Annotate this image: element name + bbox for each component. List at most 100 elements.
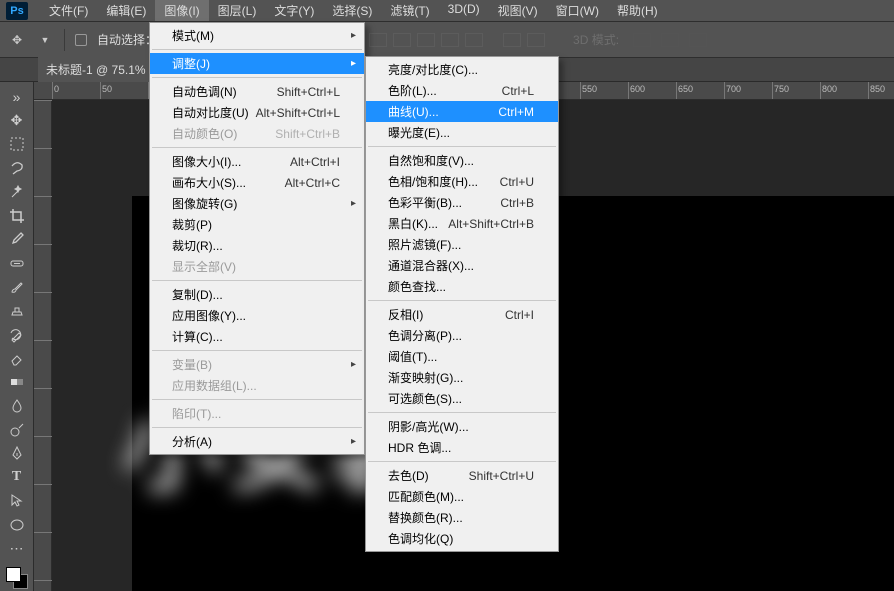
menu-item[interactable]: 替换颜色(R)...	[366, 507, 558, 528]
magic-wand-tool-icon[interactable]	[4, 181, 30, 203]
menu-item[interactable]: 曲线(U)...Ctrl+M	[366, 101, 558, 122]
menu-item-label: 应用图像(Y)...	[172, 307, 246, 324]
menubar-item[interactable]: 视图(V)	[489, 0, 547, 21]
menu-item[interactable]: 色调分离(P)...	[366, 325, 558, 346]
history-brush-tool-icon[interactable]	[4, 324, 30, 346]
shape-tool-icon[interactable]	[4, 514, 30, 536]
menubar-item[interactable]: 窗口(W)	[547, 0, 608, 21]
move-tool-icon[interactable]: ✥	[4, 110, 30, 132]
path-select-tool-icon[interactable]	[4, 490, 30, 512]
menu-item-label: 自动色调(N)	[172, 83, 237, 100]
marquee-tool-icon[interactable]	[4, 134, 30, 156]
menu-item[interactable]: 色彩平衡(B)...Ctrl+B	[366, 192, 558, 213]
menu-item[interactable]: 色阶(L)...Ctrl+L	[366, 80, 558, 101]
menu-item[interactable]: HDR 色调...	[366, 437, 558, 458]
mode-3d-label: 3D 模式:	[573, 31, 619, 48]
menu-item[interactable]: 图像旋转(G)	[150, 193, 364, 214]
menu-item-label: 自然饱和度(V)...	[388, 152, 474, 169]
distribute-icon[interactable]	[417, 33, 435, 47]
menu-item[interactable]: 分析(A)	[150, 431, 364, 452]
menu-item-label: 裁剪(P)	[172, 216, 212, 233]
menu-item[interactable]: 可选颜色(S)...	[366, 388, 558, 409]
crop-tool-icon[interactable]	[4, 205, 30, 227]
menu-item[interactable]: 复制(D)...	[150, 284, 364, 305]
menu-separator	[152, 147, 362, 148]
gradient-tool-icon[interactable]	[4, 371, 30, 393]
dolly-3d-icon	[689, 33, 707, 47]
menu-item[interactable]: 匹配颜色(M)...	[366, 486, 558, 507]
menubar-item[interactable]: 3D(D)	[439, 0, 489, 21]
menu-item[interactable]: 裁剪(P)	[150, 214, 364, 235]
menu-item[interactable]: 色调均化(Q)	[366, 528, 558, 549]
menubar-item[interactable]: 文件(F)	[40, 0, 97, 21]
distribute-icon[interactable]	[465, 33, 483, 47]
menu-item-label: 黑白(K)...	[388, 215, 438, 232]
eraser-tool-icon[interactable]	[4, 347, 30, 369]
menu-item-label: 色阶(L)...	[388, 82, 437, 99]
distribute-icon[interactable]	[527, 33, 545, 47]
menubar-item[interactable]: 选择(S)	[323, 0, 381, 21]
menu-item[interactable]: 黑白(K)...Alt+Shift+Ctrl+B	[366, 213, 558, 234]
document-tab[interactable]: 未标题-1 @ 75.1%×	[38, 57, 167, 82]
healing-brush-tool-icon[interactable]	[4, 252, 30, 274]
menu-item[interactable]: 阴影/高光(W)...	[366, 416, 558, 437]
menu-item[interactable]: 亮度/对比度(C)...	[366, 59, 558, 80]
menu-item[interactable]: 计算(C)...	[150, 326, 364, 347]
color-swatches[interactable]	[4, 565, 30, 591]
auto-select-checkbox[interactable]	[75, 34, 87, 46]
menu-item[interactable]: 裁切(R)...	[150, 235, 364, 256]
menu-item-label: 色调均化(Q)	[388, 530, 453, 547]
foreground-swatch[interactable]	[6, 567, 21, 582]
menu-item[interactable]: 自动对比度(U)Alt+Shift+Ctrl+L	[150, 102, 364, 123]
type-tool-icon[interactable]: T	[4, 466, 30, 488]
menu-item[interactable]: 通道混合器(X)...	[366, 255, 558, 276]
menu-item-label: 通道混合器(X)...	[388, 257, 474, 274]
menu-item[interactable]: 照片滤镜(F)...	[366, 234, 558, 255]
distribute-icon[interactable]	[503, 33, 521, 47]
blur-tool-icon[interactable]	[4, 395, 30, 417]
menubar-item[interactable]: 滤镜(T)	[381, 0, 438, 21]
clone-stamp-tool-icon[interactable]	[4, 300, 30, 322]
menu-item[interactable]: 颜色查找...	[366, 276, 558, 297]
divider	[64, 29, 65, 51]
menu-item-shortcut: Ctrl+I	[505, 308, 534, 322]
pen-tool-icon[interactable]	[4, 442, 30, 464]
menubar-item[interactable]: 帮助(H)	[608, 0, 667, 21]
menu-item-label: 模式(M)	[172, 27, 214, 44]
menu-item[interactable]: 曝光度(E)...	[366, 122, 558, 143]
distribute-icon[interactable]	[393, 33, 411, 47]
more-tools-icon[interactable]: ⋯	[4, 538, 30, 560]
menu-item[interactable]: 模式(M)	[150, 25, 364, 46]
lasso-tool-icon[interactable]	[4, 157, 30, 179]
handle-icon[interactable]: »	[4, 86, 30, 108]
menu-item-label: 图像大小(I)...	[172, 153, 241, 170]
menu-item[interactable]: 自然饱和度(V)...	[366, 150, 558, 171]
menu-item[interactable]: 阈值(T)...	[366, 346, 558, 367]
menubar-item[interactable]: 编辑(E)	[97, 0, 155, 21]
distribute-icon[interactable]	[441, 33, 459, 47]
menubar-item[interactable]: 图层(L)	[209, 0, 266, 21]
menu-item-label: 显示全部(V)	[172, 258, 236, 275]
menu-item[interactable]: 反相(I)Ctrl+I	[366, 304, 558, 325]
pan-3d-icon	[661, 33, 679, 47]
menu-item-label: 色彩平衡(B)...	[388, 194, 462, 211]
menu-item[interactable]: 应用图像(Y)...	[150, 305, 364, 326]
menu-item[interactable]: 图像大小(I)... Alt+Ctrl+I	[150, 151, 364, 172]
menu-item-label: 色调分离(P)...	[388, 327, 462, 344]
menubar-item[interactable]: 图像(I)	[155, 0, 208, 21]
menu-item[interactable]: 渐变映射(G)...	[366, 367, 558, 388]
menu-item[interactable]: 去色(D)Shift+Ctrl+U	[366, 465, 558, 486]
distribute-icon[interactable]	[369, 33, 387, 47]
brush-tool-icon[interactable]	[4, 276, 30, 298]
menu-item[interactable]: 画布大小(S)...Alt+Ctrl+C	[150, 172, 364, 193]
chevron-down-icon[interactable]: ▼	[36, 31, 54, 49]
dodge-tool-icon[interactable]	[4, 419, 30, 441]
menu-item[interactable]: 自动色调(N)Shift+Ctrl+L	[150, 81, 364, 102]
menu-separator	[368, 412, 556, 413]
menu-item[interactable]: 调整(J)	[150, 53, 364, 74]
menu-item-shortcut: Alt+Ctrl+I	[290, 155, 340, 169]
menubar-item[interactable]: 文字(Y)	[265, 0, 323, 21]
menu-item[interactable]: 色相/饱和度(H)...Ctrl+U	[366, 171, 558, 192]
menu-item-label: 曝光度(E)...	[388, 124, 450, 141]
eyedropper-tool-icon[interactable]	[4, 229, 30, 251]
